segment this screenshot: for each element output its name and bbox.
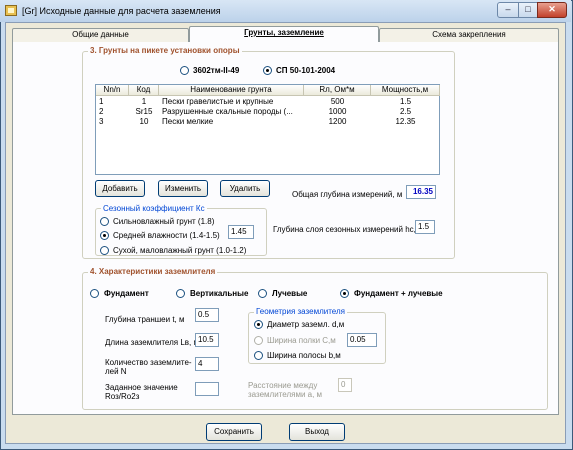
cell-resistivity: 1000 <box>328 107 347 116</box>
minimize-button[interactable]: – <box>497 2 519 18</box>
type-foundation-radio[interactable] <box>90 289 99 298</box>
seasonal-dry-radio[interactable] <box>100 246 109 255</box>
trench-depth-label: Глубина траншеи t, м <box>105 315 185 324</box>
electrode-spacing-label: Расстояние между <box>248 381 318 390</box>
table-row[interactable]: 3 10 Пески мелкие 1200 12.35 <box>96 117 439 127</box>
electrode-spacing-input[interactable]: 0 <box>338 378 352 392</box>
geometry-value-input[interactable]: 0.05 <box>347 333 377 347</box>
column-header-number[interactable]: Nn/n <box>96 85 129 96</box>
cell-soil-name: Разрушенные скальные породы (... <box>162 107 293 116</box>
edit-soil-button[interactable]: Изменить <box>158 180 208 197</box>
cell-thickness: 1.5 <box>399 97 412 106</box>
type-vertical-radio[interactable] <box>176 289 185 298</box>
type-foundation-label: Фундамент <box>104 289 149 298</box>
grounding-group-title: 4. Характеристики заземлителя <box>88 267 218 276</box>
cell-thickness: 12.35 <box>395 117 416 126</box>
soil-table[interactable]: Nn/n Код Наименование грунта Rл, Ом*м Мо… <box>95 84 440 175</box>
cell-code: 10 <box>139 117 149 126</box>
table-row[interactable]: 1 1 Пески гравелистые и крупные 500 1.5 <box>96 97 439 107</box>
save-button[interactable]: Сохранить <box>206 423 262 441</box>
app-icon <box>5 5 17 16</box>
seasonal-depth-label: Глубина слоя сезонных измерений hc, м <box>273 225 424 234</box>
standard-3602-label: 3602тм-II-49 <box>193 66 240 75</box>
cell-soil-name: Пески мелкие <box>162 117 214 126</box>
delete-soil-button[interactable]: Удалить <box>220 180 270 197</box>
electrode-length-label: Длина заземлителя Lв, м <box>105 338 199 347</box>
cell-number: 3 <box>99 117 104 126</box>
type-radial-label: Лучевые <box>272 289 308 298</box>
cell-number: 1 <box>99 97 104 106</box>
geometry-diameter-label: Диаметр заземл. d,м <box>267 320 345 329</box>
cell-code: Sr15 <box>135 107 153 116</box>
column-header-resistivity[interactable]: Rл, Ом*м <box>304 85 371 96</box>
geometry-group-title: Геометрия заземлителя <box>254 307 347 316</box>
column-header-thickness[interactable]: Мощность,м <box>371 85 440 96</box>
total-depth-value: 16.35 <box>406 185 436 199</box>
standard-3602-radio[interactable] <box>180 66 189 75</box>
total-depth-label: Общая глубина измерений, м <box>292 190 403 199</box>
add-soil-button[interactable]: Добавить <box>95 180 145 197</box>
target-ratio-label-2: Rоз/Rо2з <box>105 392 140 401</box>
maximize-button[interactable]: □ <box>518 2 538 18</box>
trench-depth-input[interactable]: 0.5 <box>195 308 219 322</box>
electrode-count-label: Количество заземлите- <box>105 358 192 367</box>
column-header-code[interactable]: Код <box>129 85 159 96</box>
seasonal-wet-radio[interactable] <box>100 217 109 226</box>
cell-code: 1 <box>141 97 147 106</box>
seasonal-depth-input[interactable]: 1.5 <box>415 220 435 234</box>
seasonal-dry-label: Сухой, маловлажный грунт (1.0-1.2) <box>113 246 247 255</box>
soils-group-title: 3. Грунты на пикете установки опоры <box>88 46 242 55</box>
electrode-count-input[interactable]: 4 <box>195 357 219 371</box>
column-header-soil-name[interactable]: Наименование грунта <box>159 85 304 96</box>
window-title: [Gr] Исходные данные для расчета заземле… <box>22 6 221 16</box>
seasonal-wet-label: Сильновлажный грунт (1.8) <box>113 217 215 226</box>
electrode-length-input[interactable]: 10.5 <box>195 333 219 347</box>
cell-resistivity: 1200 <box>328 117 347 126</box>
exit-button[interactable]: Выход <box>289 423 345 441</box>
type-foundation-radial-radio[interactable] <box>340 289 349 298</box>
seasonal-medium-radio[interactable] <box>100 231 109 240</box>
tab-soils-grounding[interactable]: Грунты, заземление <box>189 26 379 42</box>
electrode-count-label-2: лей N <box>105 367 127 376</box>
seasonal-coefficient-input[interactable]: 1.45 <box>228 225 254 239</box>
standard-sp50-radio[interactable] <box>263 66 272 75</box>
geometry-flange-radio[interactable] <box>254 336 263 345</box>
tab-general-data[interactable]: Общие данные <box>12 28 189 42</box>
geometry-strip-radio[interactable] <box>254 351 263 360</box>
target-ratio-label: Заданное значение <box>105 383 178 392</box>
geometry-diameter-radio[interactable] <box>254 320 263 329</box>
table-row[interactable]: 2 Sr15 Разрушенные скальные породы (... … <box>96 107 439 117</box>
type-radial-radio[interactable] <box>258 289 267 298</box>
cell-thickness: 2.5 <box>399 107 412 116</box>
electrode-spacing-label-2: заземлителями а, м <box>248 390 323 399</box>
type-foundation-radial-label: Фундамент + лучевые <box>354 289 443 298</box>
cell-resistivity: 500 <box>330 97 345 106</box>
tab-fixing-scheme[interactable]: Схема закрепления <box>379 28 559 42</box>
geometry-flange-label: Ширина полки С,м <box>267 336 336 345</box>
cell-soil-name: Пески гравелистые и крупные <box>162 97 274 106</box>
seasonal-coefficient-title: Сезонный коэффициент Кс <box>101 204 207 213</box>
target-ratio-input[interactable] <box>195 382 219 396</box>
seasonal-medium-label: Средней влажности (1.4-1.5) <box>113 231 220 240</box>
standard-sp50-label: СП 50-101-2004 <box>276 66 336 75</box>
type-vertical-label: Вертикальные <box>190 289 249 298</box>
cell-number: 2 <box>99 107 104 116</box>
geometry-strip-label: Ширина полосы b,м <box>267 351 341 360</box>
close-button[interactable]: ✕ <box>537 2 567 18</box>
